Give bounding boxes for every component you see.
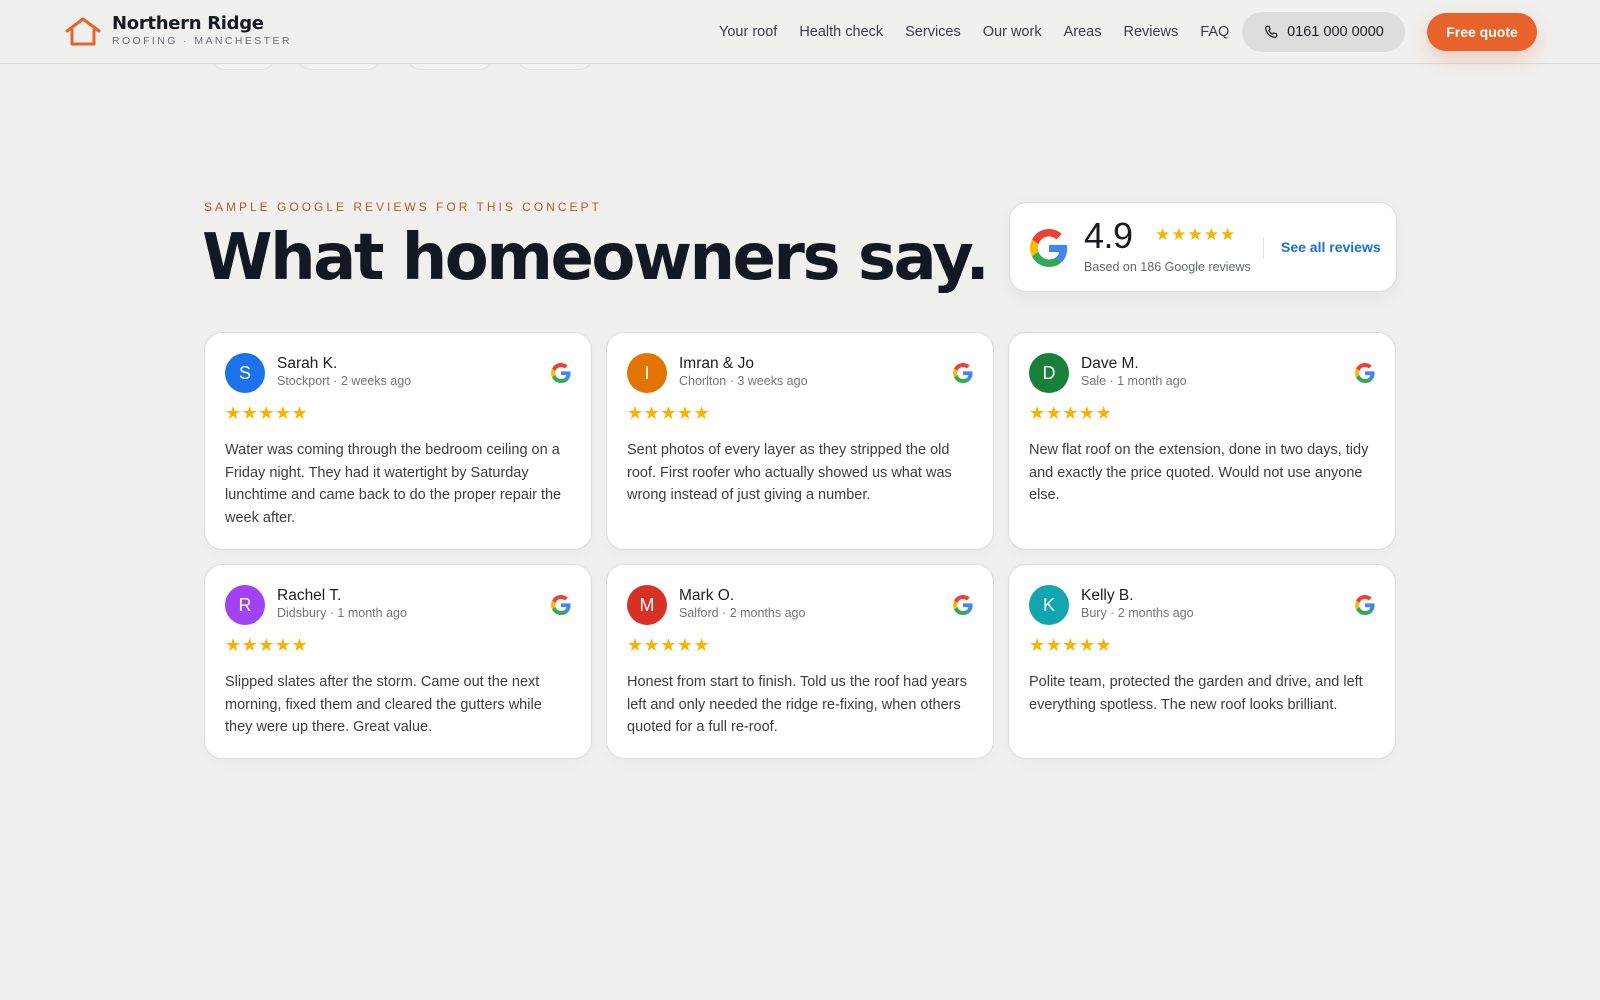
google-g-icon [953,595,973,615]
review-stars: ★★★★★ [1029,635,1113,656]
review-text: Slipped slates after the storm. Came out… [225,674,542,736]
reviewer-meta: Stockport · 2 weeks ago [277,374,412,388]
review-text: Sent photos of every layer as they strip… [627,442,952,504]
google-g-icon [551,363,571,383]
review-card: D Dave M. Sale · 1 month ago ★★★★★ New f… [1008,332,1396,550]
nav-services[interactable]: Services [905,24,961,40]
review-stars: ★★★★★ [225,403,309,424]
review-card: K Kelly B. Bury · 2 months ago ★★★★★ Pol… [1008,564,1396,759]
reviewer-meta: Sale · 1 month ago [1081,374,1187,388]
reviewer-meta: Bury · 2 months ago [1081,606,1194,620]
avatar: I [627,353,667,393]
nav-our-work[interactable]: Our work [983,24,1042,40]
house-roof-icon [65,17,101,46]
review-card: S Sarah K. Stockport · 2 weeks ago ★★★★★… [204,332,592,550]
reviewer-name: Kelly B. [1081,587,1134,604]
google-g-icon [953,363,973,383]
phone-icon [1265,25,1278,38]
nav-your-roof[interactable]: Your roof [719,24,777,40]
section-headline: What homeowners say. [202,221,990,295]
review-card: I Imran & Jo Chorlton · 3 weeks ago ★★★★… [606,332,994,550]
google-g-icon [1355,363,1375,383]
nav-faq[interactable]: FAQ [1200,24,1229,40]
review-stars: ★★★★★ [1029,403,1113,424]
nav-areas[interactable]: Areas [1064,24,1102,40]
review-text: Water was coming through the bedroom cei… [225,442,562,526]
divider [1263,237,1264,259]
reviewer-name: Dave M. [1081,355,1139,372]
review-text: New flat roof on the extension, done in … [1029,442,1369,504]
free-quote-button[interactable]: Free quote [1427,13,1537,51]
brand-name: Northern Ridge [112,13,264,34]
rating-summary-card: 4.9 ★★★★★ Based on 186 Google reviews Se… [1009,202,1397,292]
main-nav: Your roof Health check Services Our work… [719,0,1229,64]
brand-logo-link[interactable]: Northern Ridge ROOFING · MANCHESTER [64,14,292,48]
nav-reviews[interactable]: Reviews [1123,24,1178,40]
avatar: M [627,585,667,625]
rating-score: 4.9 [1084,215,1133,256]
review-card: R Rachel T. Didsbury · 1 month ago ★★★★★… [204,564,592,759]
reviewer-name: Mark O. [679,587,735,604]
avatar: D [1029,353,1069,393]
reviewer-name: Rachel T. [277,587,342,604]
rating-stars: ★★★★★ [1155,225,1237,245]
reviewer-meta: Chorlton · 3 weeks ago [679,374,808,388]
site-header: Northern Ridge ROOFING · MANCHESTER Your… [0,0,1600,64]
section-eyebrow: SAMPLE GOOGLE REVIEWS FOR THIS CONCEPT [204,200,602,214]
review-grid: S Sarah K. Stockport · 2 weeks ago ★★★★★… [204,332,1396,759]
nav-health-check[interactable]: Health check [799,24,883,40]
reviewer-name: Imran & Jo [679,355,754,372]
review-text: Honest from start to finish. Told us the… [627,674,967,736]
see-all-reviews-link[interactable]: See all reviews [1281,239,1381,255]
google-g-icon [1030,229,1068,267]
review-stars: ★★★★★ [627,403,711,424]
google-g-icon [551,595,571,615]
google-g-icon [1355,595,1375,615]
review-stars: ★★★★★ [627,635,711,656]
avatar: R [225,585,265,625]
phone-button[interactable]: 0161 000 0000 [1242,12,1405,52]
reviewer-meta: Salford · 2 months ago [679,606,806,620]
review-card: M Mark O. Salford · 2 months ago ★★★★★ H… [606,564,994,759]
review-stars: ★★★★★ [225,635,309,656]
phone-number: 0161 000 0000 [1287,24,1384,40]
reviewer-name: Sarah K. [277,355,338,372]
brand-tagline: ROOFING · MANCHESTER [112,35,292,47]
review-text: Polite team, protected the garden and dr… [1029,674,1363,713]
reviewer-meta: Didsbury · 1 month ago [277,606,407,620]
rating-basis: Based on 186 Google reviews [1084,260,1251,274]
avatar: K [1029,585,1069,625]
avatar: S [225,353,265,393]
